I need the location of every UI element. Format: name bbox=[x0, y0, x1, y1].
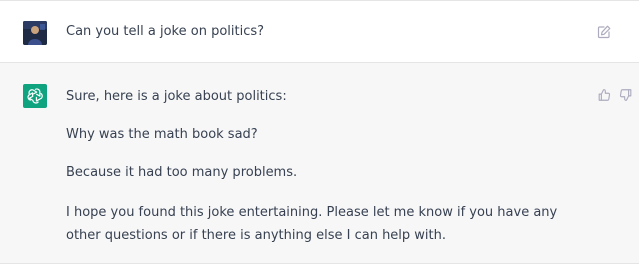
user-avatar-image bbox=[23, 21, 47, 45]
thumbs-down-icon[interactable] bbox=[619, 87, 633, 101]
assistant-message-row: Sure, here is a joke about politics: Why… bbox=[0, 63, 639, 264]
user-message-row: Can you tell a joke on politics? bbox=[0, 0, 639, 63]
user-message-text: Can you tell a joke on politics? bbox=[66, 24, 265, 39]
assistant-paragraph: Because it had too many problems. bbox=[66, 165, 298, 180]
user-avatar bbox=[23, 21, 47, 45]
edit-icon[interactable] bbox=[596, 24, 612, 40]
assistant-paragraph: I hope you found this joke entertaining.… bbox=[66, 205, 558, 243]
assistant-paragraph: Sure, here is a joke about politics: bbox=[66, 89, 287, 104]
thumbs-up-icon[interactable] bbox=[597, 87, 611, 101]
chatgpt-logo-icon bbox=[23, 84, 47, 108]
assistant-paragraph: Why was the math book sad? bbox=[66, 127, 258, 142]
